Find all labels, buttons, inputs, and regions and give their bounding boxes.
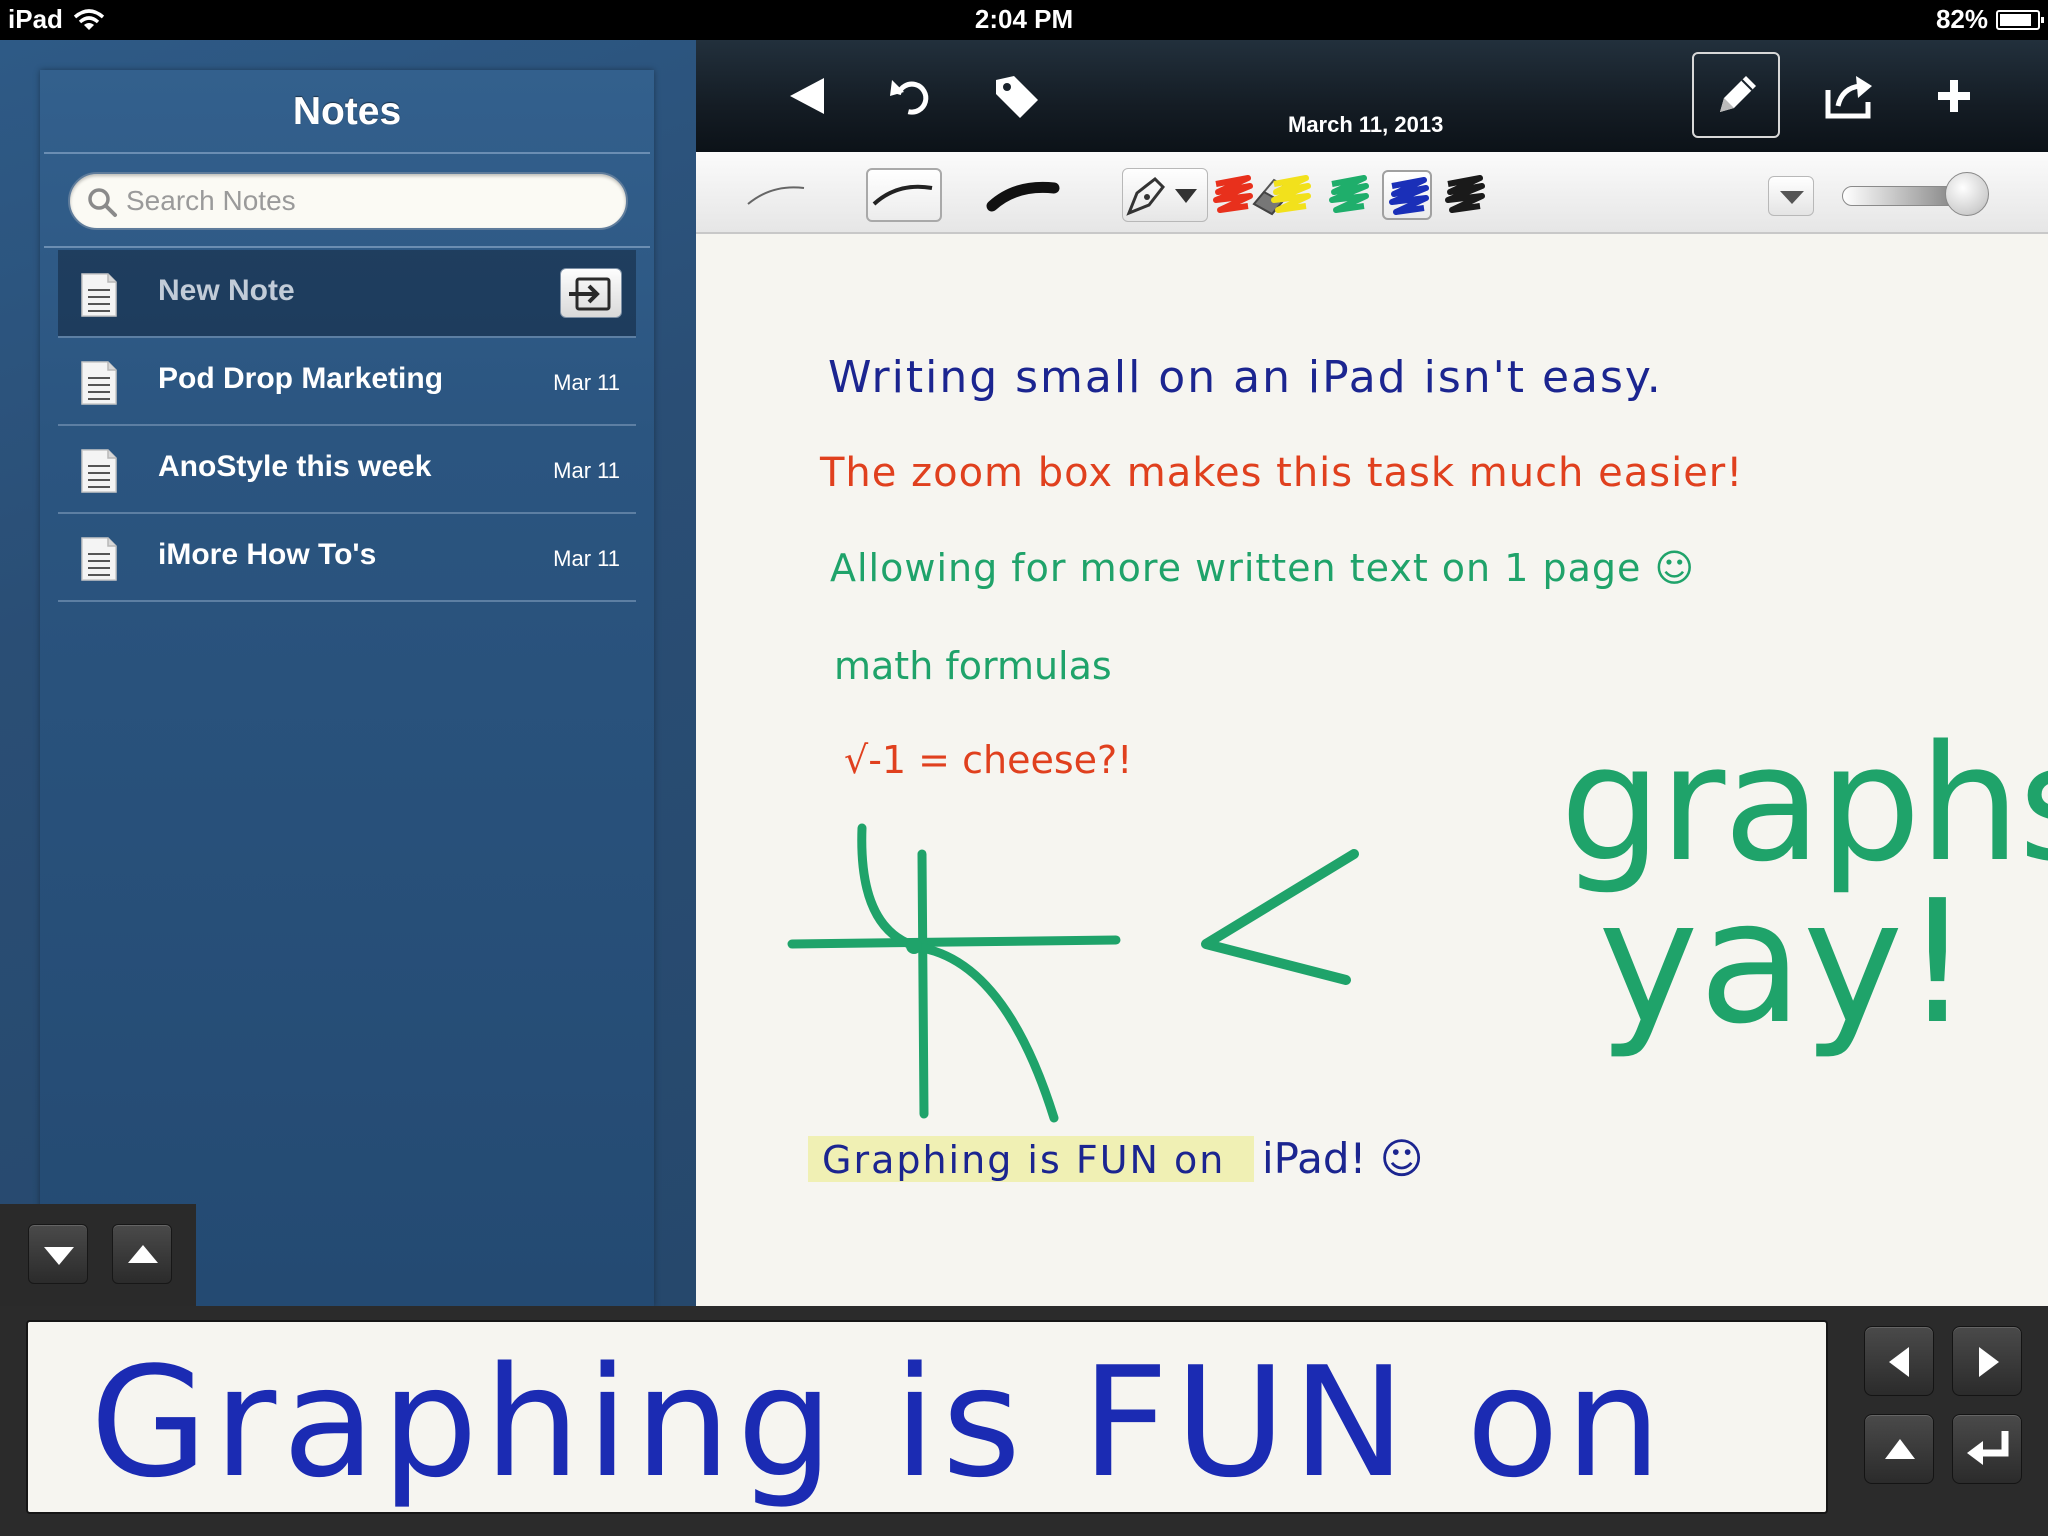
more-colors-dropdown[interactable]: [1768, 176, 1814, 216]
fountain-pen-icon: [1126, 177, 1197, 216]
note-line: The zoom box makes this task much easier…: [820, 450, 1744, 496]
note-line: Allowing for more written text on 1 page…: [830, 546, 1696, 590]
document-icon: [81, 361, 117, 405]
scribble-swatch-icon: [1389, 177, 1429, 215]
thin-stroke-tool[interactable]: [742, 168, 812, 222]
return-icon: [1967, 1431, 2009, 1465]
note-row-anostyle-this-week[interactable]: AnoStyle this week Mar 11: [58, 426, 636, 514]
thin-stroke-icon: [747, 186, 805, 205]
sidebar-title: Notes: [292, 90, 402, 133]
scroll-down-button[interactable]: [28, 1224, 88, 1284]
note-list: New Note Pod Drop Marketing Mar 11 AnoSt…: [58, 250, 636, 602]
pen-type-dropdown[interactable]: [1122, 168, 1208, 222]
import-button[interactable]: [560, 268, 622, 318]
document-icon: [81, 273, 117, 317]
color-swatch[interactable]: [1382, 170, 1432, 220]
zoom-box[interactable]: Graphing is FUN on: [26, 1320, 1828, 1514]
search-icon: [88, 188, 117, 217]
undo-icon[interactable]: [882, 66, 942, 126]
chevron-down-icon: [1780, 191, 1804, 204]
note-date-label: March 11, 2013: [1288, 112, 1444, 137]
zoom-text: Graphing is FUN on: [90, 1334, 1668, 1511]
new-note-label: New Note: [158, 274, 295, 307]
scroll-up-button[interactable]: [112, 1224, 172, 1284]
thick-stroke-tool[interactable]: [986, 168, 1062, 222]
triangle-left-icon: [1889, 1347, 1909, 1377]
note-date: Mar 11: [553, 458, 620, 483]
tag-icon[interactable]: [986, 66, 1046, 126]
thick-stroke-icon: [986, 181, 1060, 212]
triangle-up-icon: [128, 1245, 158, 1263]
medium-stroke-icon: [872, 184, 933, 206]
note-canvas[interactable]: Writing small on an iPad isn't easy. The…: [696, 234, 2048, 1306]
status-bar: iPad 2:04 PM 82%: [0, 0, 2048, 40]
pen-tool-strip: [696, 152, 2048, 234]
note-date: Mar 11: [553, 546, 620, 571]
triangle-down-icon: [44, 1247, 74, 1265]
zoom-right-button[interactable]: [1952, 1326, 2022, 1396]
search-input[interactable]: [126, 180, 606, 222]
color-swatch[interactable]: [1208, 170, 1258, 220]
color-swatch[interactable]: [1324, 170, 1374, 220]
note-line: Writing small on an iPad isn't easy.: [828, 352, 1663, 403]
color-swatch[interactable]: [1440, 170, 1490, 220]
status-time: 2:04 PM: [974, 4, 1074, 34]
zoom-up-button[interactable]: [1864, 1414, 1934, 1484]
document-icon: [81, 537, 117, 581]
zoom-scroll-controls: [0, 1204, 196, 1306]
triangle-up-icon: [1885, 1439, 1915, 1459]
note-line: Graphing is FUN on: [822, 1138, 1226, 1182]
note-line: √-1 = cheese?!: [844, 738, 1133, 782]
note-title: Pod Drop Marketing: [158, 362, 444, 395]
scribble-swatch-icon: [1445, 175, 1485, 213]
note-row-imore-how-tos[interactable]: iMore How To's Mar 11: [58, 514, 636, 602]
note-title: iMore How To's: [158, 538, 377, 571]
zoom-writing-area: Graphing is FUN on: [0, 1306, 2048, 1536]
plus-icon[interactable]: [1924, 66, 1984, 126]
divider: [44, 152, 650, 154]
pencil-mode-button[interactable]: [1692, 52, 1780, 138]
search-box[interactable]: [68, 172, 628, 230]
triangle-right-icon: [1979, 1347, 1999, 1377]
new-note-row[interactable]: New Note: [58, 250, 636, 338]
note-date: Mar 11: [553, 370, 620, 395]
scribble-swatch-icon: [1271, 175, 1311, 213]
new-line-button[interactable]: [1952, 1414, 2022, 1484]
medium-stroke-tool[interactable]: [866, 168, 942, 222]
note-toolbar: March 11, 2013: [696, 40, 2048, 152]
zoom-left-button[interactable]: [1864, 1326, 1934, 1396]
import-icon: [569, 277, 611, 311]
note-line: iPad! ☺: [1262, 1134, 1424, 1183]
battery-percent: 82%: [1935, 4, 1988, 34]
note-line: yay!: [1598, 864, 1972, 1062]
note-title: AnoStyle this week: [158, 450, 432, 483]
note-line: math formulas: [834, 644, 1112, 688]
pencil-icon: [1720, 76, 1756, 112]
slider-handle[interactable]: [1945, 172, 1990, 216]
notes-sidebar: Notes New Note: [0, 40, 696, 1306]
divider: [44, 246, 650, 248]
share-icon[interactable]: [1820, 66, 1880, 126]
document-icon: [81, 449, 117, 493]
scribble-swatch-icon: [1213, 175, 1253, 213]
scribble-swatch-icon: [1329, 175, 1369, 213]
note-row-pod-drop-marketing[interactable]: Pod Drop Marketing Mar 11: [58, 338, 636, 426]
back-arrow-icon[interactable]: [778, 66, 838, 126]
color-swatch[interactable]: [1266, 170, 1316, 220]
battery-icon: [1996, 9, 2044, 30]
